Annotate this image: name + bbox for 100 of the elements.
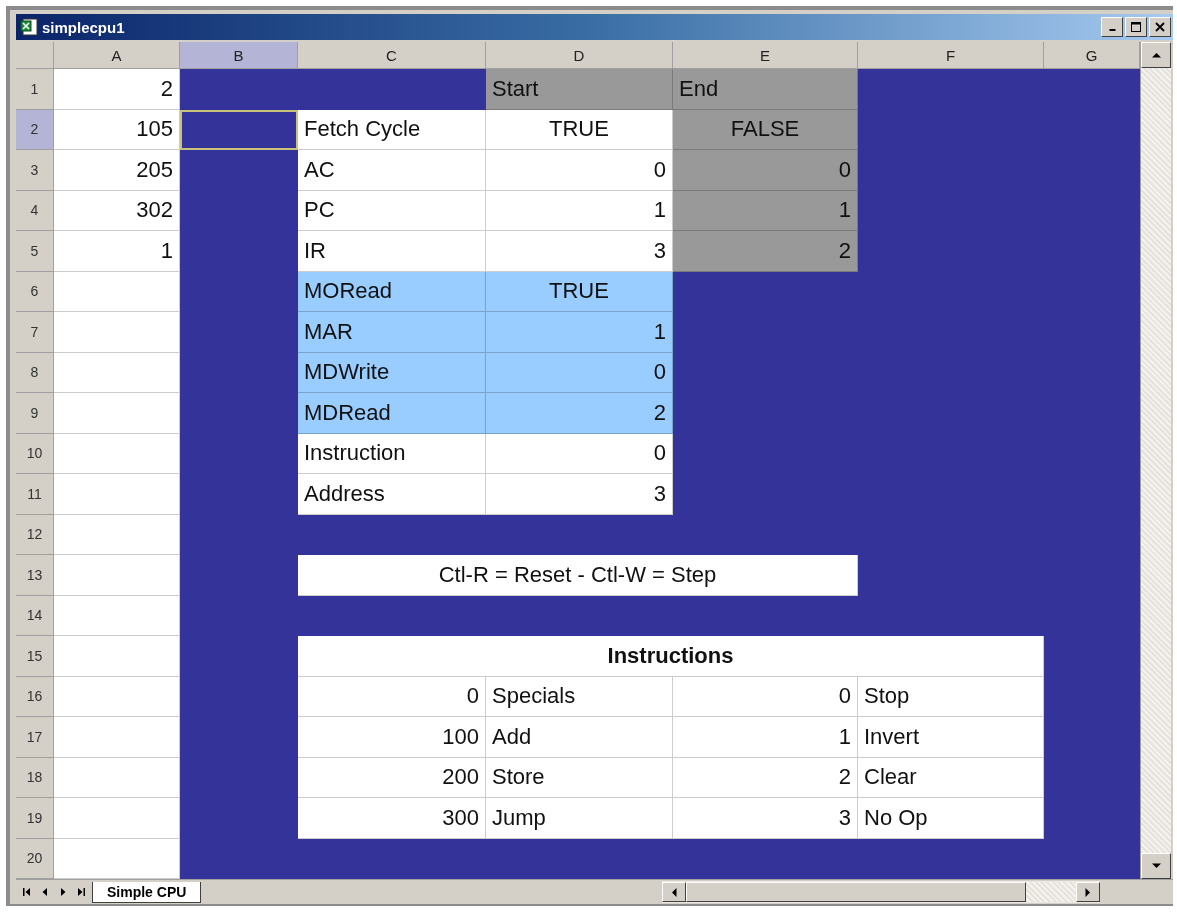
row-header[interactable]: 5 xyxy=(16,231,54,272)
sheet-cell[interactable]: 105 xyxy=(54,109,180,150)
row-header[interactable]: 17 xyxy=(16,717,54,758)
row-header[interactable]: 18 xyxy=(16,757,54,798)
scroll-down-button[interactable] xyxy=(1141,853,1171,879)
sheet-cell[interactable]: 2 xyxy=(54,69,180,110)
sheet-cell[interactable]: 200 xyxy=(298,757,486,798)
row-header[interactable]: 20 xyxy=(16,838,54,879)
sheet-cell[interactable] xyxy=(54,312,180,353)
column-header[interactable]: A xyxy=(54,42,180,69)
sheet-cell[interactable]: Fetch Cycle xyxy=(298,109,486,150)
sheet-cell[interactable]: Specials xyxy=(486,676,673,717)
sheet-cell[interactable] xyxy=(54,636,180,677)
last-sheet-icon[interactable] xyxy=(76,887,86,897)
sheet-cell[interactable] xyxy=(54,271,180,312)
column-header[interactable]: G xyxy=(1044,42,1140,69)
row-header[interactable]: 8 xyxy=(16,352,54,393)
sheet-cell[interactable]: Start xyxy=(486,69,673,110)
sheet-cell[interactable]: 0 xyxy=(298,676,486,717)
row-header[interactable]: 10 xyxy=(16,433,54,474)
row-header[interactable]: 16 xyxy=(16,676,54,717)
sheet-cell[interactable]: Invert xyxy=(858,717,1044,758)
row-header[interactable]: 4 xyxy=(16,190,54,231)
sheet-cell[interactable]: 1 xyxy=(673,190,858,231)
row-header[interactable]: 6 xyxy=(16,271,54,312)
sheet-cell[interactable]: No Op xyxy=(858,798,1044,839)
sheet-cell[interactable]: 2 xyxy=(673,231,858,272)
scroll-right-button[interactable] xyxy=(1076,882,1101,902)
sheet-cell[interactable]: 0 xyxy=(486,150,673,191)
sheet-cell[interactable] xyxy=(54,798,180,839)
close-button[interactable] xyxy=(1149,17,1171,37)
sheet-cell[interactable]: 0 xyxy=(673,676,858,717)
sheet-cell[interactable]: 1 xyxy=(54,231,180,272)
sheet-cell[interactable] xyxy=(54,393,180,434)
previous-sheet-icon[interactable] xyxy=(40,887,50,897)
sheet-cell[interactable] xyxy=(54,555,180,596)
sheet-cell[interactable]: 2 xyxy=(486,393,673,434)
sheet-cell[interactable] xyxy=(54,595,180,636)
maximize-button[interactable] xyxy=(1125,17,1147,37)
column-header[interactable]: C xyxy=(298,42,486,69)
first-sheet-icon[interactable] xyxy=(22,887,32,897)
sheet-cell[interactable]: 3 xyxy=(486,474,673,515)
sheet-cell[interactable]: TRUE xyxy=(486,271,673,312)
column-header[interactable]: F xyxy=(858,42,1044,69)
sheet-cell[interactable]: Stop xyxy=(858,676,1044,717)
minimize-button[interactable] xyxy=(1101,17,1123,37)
sheet-cell[interactable] xyxy=(54,474,180,515)
row-header[interactable]: 3 xyxy=(16,150,54,191)
row-header[interactable]: 7 xyxy=(16,312,54,353)
sheet-cell[interactable]: MDWrite xyxy=(298,352,486,393)
row-header[interactable]: 15 xyxy=(16,636,54,677)
sheet-cell[interactable] xyxy=(54,352,180,393)
sheet-cell[interactable] xyxy=(54,838,180,879)
row-header[interactable]: 1 xyxy=(16,69,54,110)
sheet-cell[interactable]: AC xyxy=(298,150,486,191)
sheet-cell[interactable]: PC xyxy=(298,190,486,231)
row-header[interactable]: 11 xyxy=(16,474,54,515)
row-header[interactable]: 9 xyxy=(16,393,54,434)
row-header[interactable]: 13 xyxy=(16,555,54,596)
sheet-cell[interactable]: FALSE xyxy=(673,109,858,150)
sheet-cell[interactable]: 1 xyxy=(486,190,673,231)
row-header[interactable]: 14 xyxy=(16,595,54,636)
sheet-cell[interactable]: 0 xyxy=(486,433,673,474)
sheet-cell[interactable]: 2 xyxy=(673,757,858,798)
sheet-cell[interactable]: Jump xyxy=(486,798,673,839)
sheet-cell[interactable]: Clear xyxy=(858,757,1044,798)
sheet-cell[interactable]: Address xyxy=(298,474,486,515)
sheet-cell[interactable]: 1 xyxy=(486,312,673,353)
sheet-cell[interactable]: MDRead xyxy=(298,393,486,434)
sheet-cell[interactable] xyxy=(54,433,180,474)
sheet-cell[interactable]: End xyxy=(673,69,858,110)
sheet-cell[interactable]: 302 xyxy=(54,190,180,231)
sheet-cell[interactable]: 300 xyxy=(298,798,486,839)
scroll-left-button[interactable] xyxy=(662,882,687,902)
sheet-cell[interactable]: IR xyxy=(298,231,486,272)
sheet-cell[interactable]: Ctl-R = Reset - Ctl-W = Step xyxy=(298,555,858,596)
sheet-cell[interactable] xyxy=(54,514,180,555)
sheet-cell[interactable]: 205 xyxy=(54,150,180,191)
sheet-cell[interactable]: Instruction xyxy=(298,433,486,474)
sheet-cell[interactable]: 3 xyxy=(486,231,673,272)
cell-cursor[interactable] xyxy=(180,109,298,150)
column-header[interactable]: E xyxy=(673,42,858,69)
sheet-cell[interactable]: MORead xyxy=(298,271,486,312)
row-header[interactable]: 12 xyxy=(16,514,54,555)
row-header[interactable]: 2 xyxy=(16,109,54,150)
sheet-tab[interactable]: Simple CPU xyxy=(92,881,202,903)
sheet-cell[interactable]: MAR xyxy=(298,312,486,353)
sheet-cell[interactable]: 0 xyxy=(673,150,858,191)
column-header[interactable]: B xyxy=(180,42,298,69)
sheet-cell[interactable]: TRUE xyxy=(486,109,673,150)
sheet-cell[interactable]: 3 xyxy=(673,798,858,839)
scroll-up-button[interactable] xyxy=(1141,42,1171,68)
select-all-corner[interactable] xyxy=(16,42,54,69)
sheet-cell[interactable]: Store xyxy=(486,757,673,798)
sheet-cell[interactable] xyxy=(54,757,180,798)
sheet-cell[interactable]: 100 xyxy=(298,717,486,758)
sheet-cell[interactable]: 1 xyxy=(673,717,858,758)
sheet-cell[interactable]: Instructions xyxy=(298,636,1044,677)
scroll-thumb[interactable] xyxy=(686,882,1027,902)
sheet-cell[interactable]: Add xyxy=(486,717,673,758)
